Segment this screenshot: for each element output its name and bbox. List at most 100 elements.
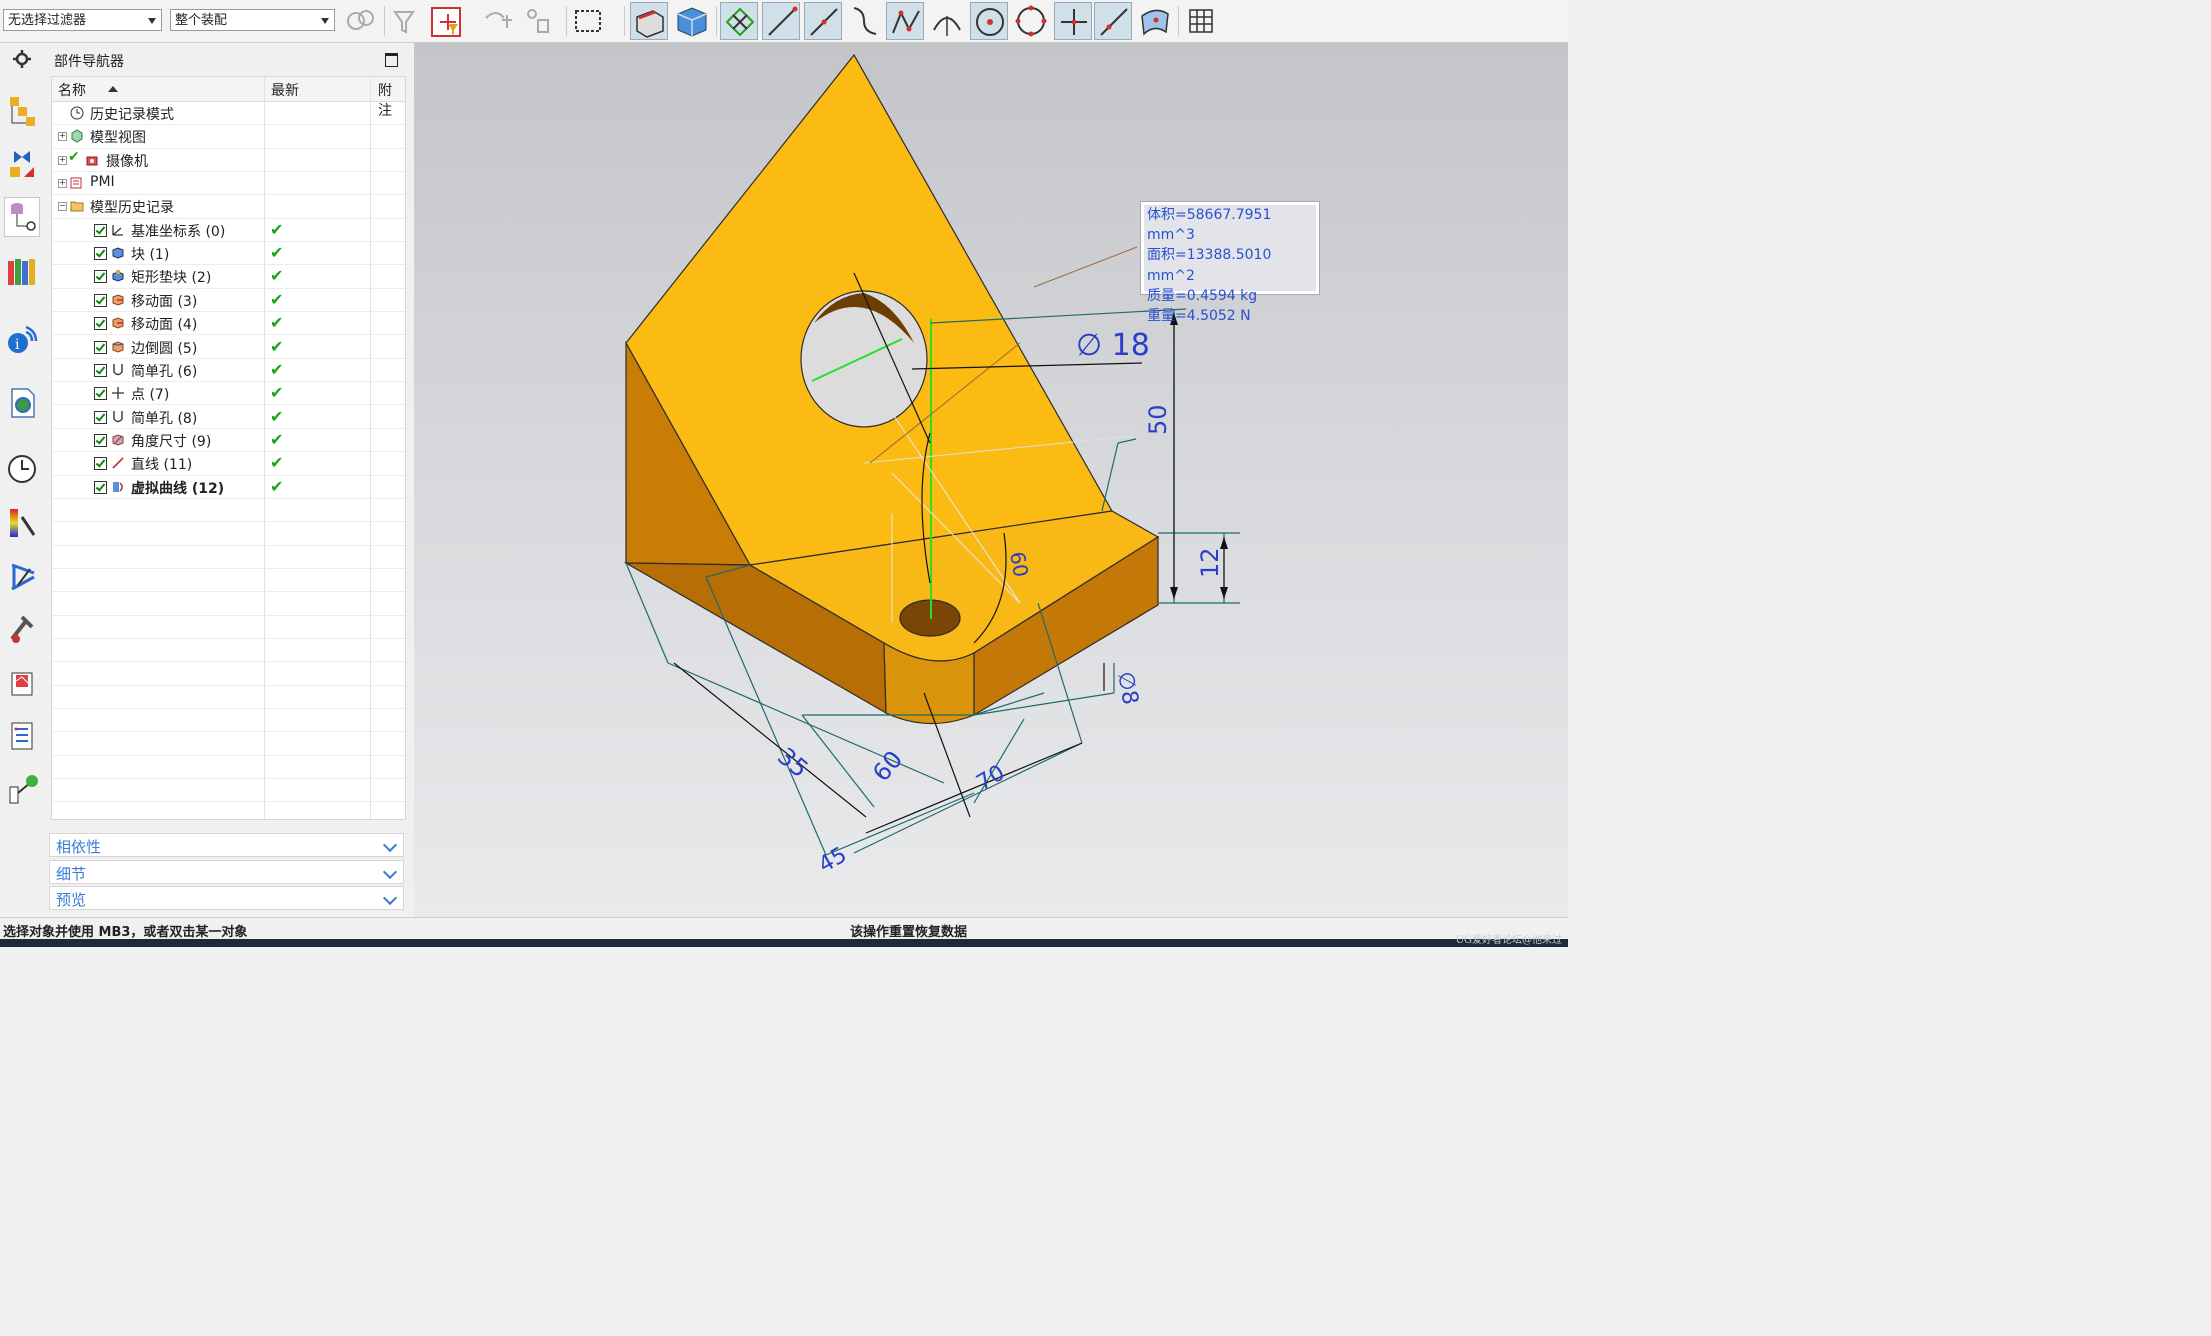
manufacturing-wizard-icon[interactable] [4, 717, 40, 757]
assembly-scope-dropdown[interactable]: 整个装配 [170, 9, 335, 31]
quadrant-point-icon[interactable] [1012, 2, 1050, 40]
tree-row[interactable]: + 模型视图 [52, 125, 405, 149]
point-on-face-icon[interactable] [1136, 2, 1174, 40]
part-navigator-icon[interactable] [4, 197, 40, 237]
tree-row[interactable]: 移动面 (3) ✔ [52, 289, 405, 313]
constraint-navigator-icon[interactable] [4, 145, 40, 185]
general-selection-icon[interactable] [342, 2, 380, 40]
tree-row-label: 直线 (11) [131, 457, 193, 474]
existing-point-icon[interactable] [1054, 2, 1092, 40]
undo-transform-icon[interactable] [478, 2, 516, 40]
tree-row[interactable]: 移动面 (4) ✔ [52, 312, 405, 336]
feature-checkbox[interactable] [94, 247, 107, 261]
mid-point-icon[interactable] [804, 2, 842, 40]
visualization-palette-icon[interactable] [4, 505, 40, 545]
resource-bar: i [0, 43, 45, 917]
tree-row[interactable]: 点 (7) ✔ [52, 382, 405, 406]
tree-row-label: 移动面 (4) [131, 317, 198, 334]
tree-row[interactable]: 块 (1) ✔ [52, 242, 405, 266]
feature-checkbox[interactable] [94, 457, 107, 471]
empty-row [52, 499, 405, 523]
area-value: 面积=13388.5010 mm^2 [1147, 247, 1272, 284]
grid-icon[interactable] [1182, 2, 1220, 40]
maximize-icon[interactable] [385, 53, 398, 67]
control-point-icon[interactable] [846, 2, 884, 40]
feature-checkbox[interactable] [94, 433, 107, 447]
dim-70[interactable]: 70 [973, 761, 1010, 797]
graphics-window[interactable]: ∅ 18 50 12 60 35 60 70 45 ∅8 体积=58667.79… [414, 43, 1568, 917]
column-header-latest[interactable]: 最新 [271, 80, 299, 100]
measurement-result-box[interactable]: 体积=58667.7951 mm^3 面积=13388.5010 mm^2 质量… [1141, 202, 1319, 324]
tree-row[interactable]: 边倒圆 (5) ✔ [52, 336, 405, 359]
tree-row[interactable]: 角度尺寸 (9) ✔ [52, 429, 405, 453]
feature-checkbox[interactable] [94, 270, 107, 284]
visible-check-icon[interactable]: ✔ [68, 149, 80, 165]
latest-check-icon: ✔ [270, 383, 284, 403]
dim-angle-60[interactable]: 60 [1005, 550, 1033, 579]
shaded-with-edges-icon[interactable] [630, 2, 668, 40]
tree-row-label: PMI [90, 174, 115, 191]
latest-check-icon: ✔ [270, 289, 284, 309]
empty-row [52, 779, 405, 803]
column-header-name[interactable]: 名称 [58, 80, 86, 100]
feature-checkbox[interactable] [94, 317, 107, 331]
history-clock-icon[interactable] [4, 449, 40, 489]
settings-gear-icon[interactable] [4, 45, 40, 85]
tree-row[interactable]: 简单孔 (8) ✔ [52, 406, 405, 429]
intersection-point-icon[interactable] [886, 2, 924, 40]
tree-row[interactable]: + ✔ 摄像机 [52, 149, 405, 172]
end-point-icon[interactable] [762, 2, 800, 40]
reuse-library-icon[interactable] [4, 253, 40, 293]
system-materials-icon[interactable] [4, 611, 40, 651]
assembly-components-icon[interactable] [520, 2, 558, 40]
web-browser-icon[interactable] [4, 385, 40, 425]
hd3d-info-icon[interactable]: i [4, 321, 40, 361]
dependencies-panel[interactable]: 相依性 [49, 833, 404, 857]
tree-row[interactable]: + PMI [52, 172, 405, 196]
circle-center-icon[interactable] [970, 2, 1008, 40]
roles-icon[interactable] [4, 559, 40, 599]
dim-50[interactable]: 50 [1144, 404, 1172, 435]
expand-toggle-icon[interactable]: + [58, 179, 67, 189]
details-panel[interactable]: 细节 [49, 860, 404, 884]
tree-row[interactable]: 基准坐标系 (0) ✔ [52, 219, 405, 243]
feature-checkbox[interactable] [94, 293, 107, 307]
point-on-curve-icon[interactable] [1094, 2, 1132, 40]
expand-toggle-icon[interactable]: − [58, 202, 67, 212]
feature-checkbox[interactable] [94, 363, 107, 377]
tree-row[interactable]: 直线 (11) ✔ [52, 452, 405, 476]
dim-diameter-18[interactable]: ∅ 18 [1076, 328, 1150, 363]
expand-toggle-icon[interactable]: + [58, 132, 67, 142]
point-icon [111, 386, 125, 400]
preview-label: 预览 [56, 891, 87, 909]
part-model[interactable]: ∅ 18 50 12 60 35 60 70 45 ∅8 [414, 43, 1568, 917]
tree-row[interactable]: 历史记录模式 [52, 102, 405, 126]
teamcenter-link-icon[interactable] [4, 771, 40, 811]
feature-checkbox[interactable] [94, 340, 107, 354]
assembly-navigator-icon[interactable] [4, 93, 40, 133]
feature-checkbox[interactable] [94, 410, 107, 424]
tree-row[interactable]: 矩形垫块 (2) ✔ [52, 265, 405, 289]
feature-checkbox[interactable] [94, 387, 107, 401]
tree-row[interactable]: 简单孔 (6) ✔ [52, 359, 405, 383]
expand-toggle-icon[interactable]: + [58, 155, 67, 165]
selection-filter-dropdown[interactable]: 无选择过滤器 [3, 9, 162, 31]
hole-large[interactable] [800, 290, 928, 428]
dim-diameter-8[interactable]: ∅8 [1112, 670, 1142, 707]
snap-point-filter-icon[interactable] [428, 2, 466, 40]
dim-12[interactable]: 12 [1196, 547, 1224, 578]
feature-checkbox[interactable] [94, 480, 107, 494]
tree-row[interactable]: 虚拟曲线 (12) ✔ [52, 476, 405, 499]
rectangle-select-icon[interactable] [570, 2, 608, 40]
preview-panel[interactable]: 预览 [49, 886, 404, 910]
process-studio-icon[interactable] [4, 665, 40, 705]
filter-select-icon[interactable] [389, 2, 427, 40]
arc-center-icon[interactable] [928, 2, 966, 40]
dim-45[interactable]: 45 [815, 843, 852, 879]
tree-row[interactable]: − 模型历史记录 [52, 195, 405, 219]
shaded-view-icon[interactable] [672, 2, 710, 40]
empty-row [52, 616, 405, 639]
dim-35[interactable]: 35 [772, 742, 813, 783]
feature-checkbox[interactable] [94, 223, 107, 237]
snap-point-toggle-icon[interactable] [720, 2, 758, 40]
